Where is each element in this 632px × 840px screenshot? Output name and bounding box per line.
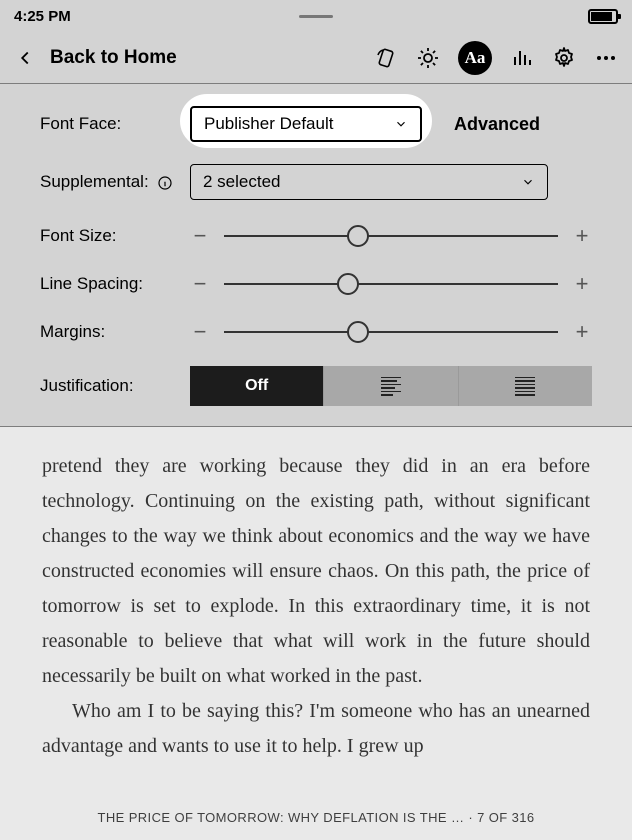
status-notch bbox=[299, 15, 333, 18]
more-icon[interactable] bbox=[594, 46, 618, 70]
info-icon[interactable] bbox=[157, 175, 173, 191]
book-content[interactable]: pretend they are working because they di… bbox=[0, 427, 632, 840]
supplemental-label: Supplemental: bbox=[40, 172, 190, 192]
chevron-down-icon bbox=[521, 175, 535, 189]
chevron-down-icon bbox=[394, 117, 408, 131]
margins-plus[interactable]: + bbox=[572, 319, 592, 345]
linespacing-minus[interactable]: − bbox=[190, 271, 210, 297]
fontsize-plus[interactable]: + bbox=[572, 223, 592, 249]
justification-full-button[interactable] bbox=[459, 366, 592, 406]
fontface-value: Publisher Default bbox=[204, 114, 333, 134]
gear-icon[interactable] bbox=[552, 46, 576, 70]
margins-label: Margins: bbox=[40, 322, 190, 342]
fontface-select[interactable]: Publisher Default bbox=[190, 106, 422, 142]
main-toolbar: Back to Home Aa bbox=[0, 32, 632, 84]
book-paragraph: pretend they are working because they di… bbox=[42, 449, 590, 694]
book-paragraph: Who am I to be saying this? I'm someone … bbox=[42, 694, 590, 764]
back-arrow-icon[interactable] bbox=[14, 47, 36, 69]
align-left-icon bbox=[381, 377, 401, 396]
linespacing-plus[interactable]: + bbox=[572, 271, 592, 297]
linespacing-label: Line Spacing: bbox=[40, 274, 190, 294]
book-footer: THE PRICE OF TOMORROW: WHY DEFLATION IS … bbox=[0, 807, 632, 830]
supplemental-select[interactable]: 2 selected bbox=[190, 164, 548, 200]
advanced-button[interactable]: Advanced bbox=[454, 114, 540, 135]
status-time: 4:25 PM bbox=[14, 8, 71, 25]
justification-off-button[interactable]: Off bbox=[190, 366, 324, 406]
back-to-home-button[interactable]: Back to Home bbox=[50, 47, 177, 69]
fontface-label: Font Face: bbox=[40, 114, 190, 134]
font-settings-button[interactable]: Aa bbox=[458, 41, 492, 75]
fontsize-label: Font Size: bbox=[40, 226, 190, 246]
justification-group: Off bbox=[190, 366, 592, 406]
justification-left-button[interactable] bbox=[324, 366, 458, 406]
font-settings-panel: Font Face: Publisher Default Advanced Su… bbox=[0, 84, 632, 427]
status-bar: 4:25 PM bbox=[0, 0, 632, 32]
supplemental-value: 2 selected bbox=[203, 172, 281, 192]
margins-slider[interactable] bbox=[224, 320, 558, 344]
fontsize-slider[interactable] bbox=[224, 224, 558, 248]
battery-icon bbox=[588, 9, 618, 24]
align-justify-icon bbox=[515, 377, 535, 396]
rotate-icon[interactable] bbox=[374, 46, 398, 70]
brightness-icon[interactable] bbox=[416, 46, 440, 70]
fontsize-minus[interactable]: − bbox=[190, 223, 210, 249]
justification-label: Justification: bbox=[40, 376, 190, 396]
stats-icon[interactable] bbox=[510, 46, 534, 70]
margins-minus[interactable]: − bbox=[190, 319, 210, 345]
linespacing-slider[interactable] bbox=[224, 272, 558, 296]
